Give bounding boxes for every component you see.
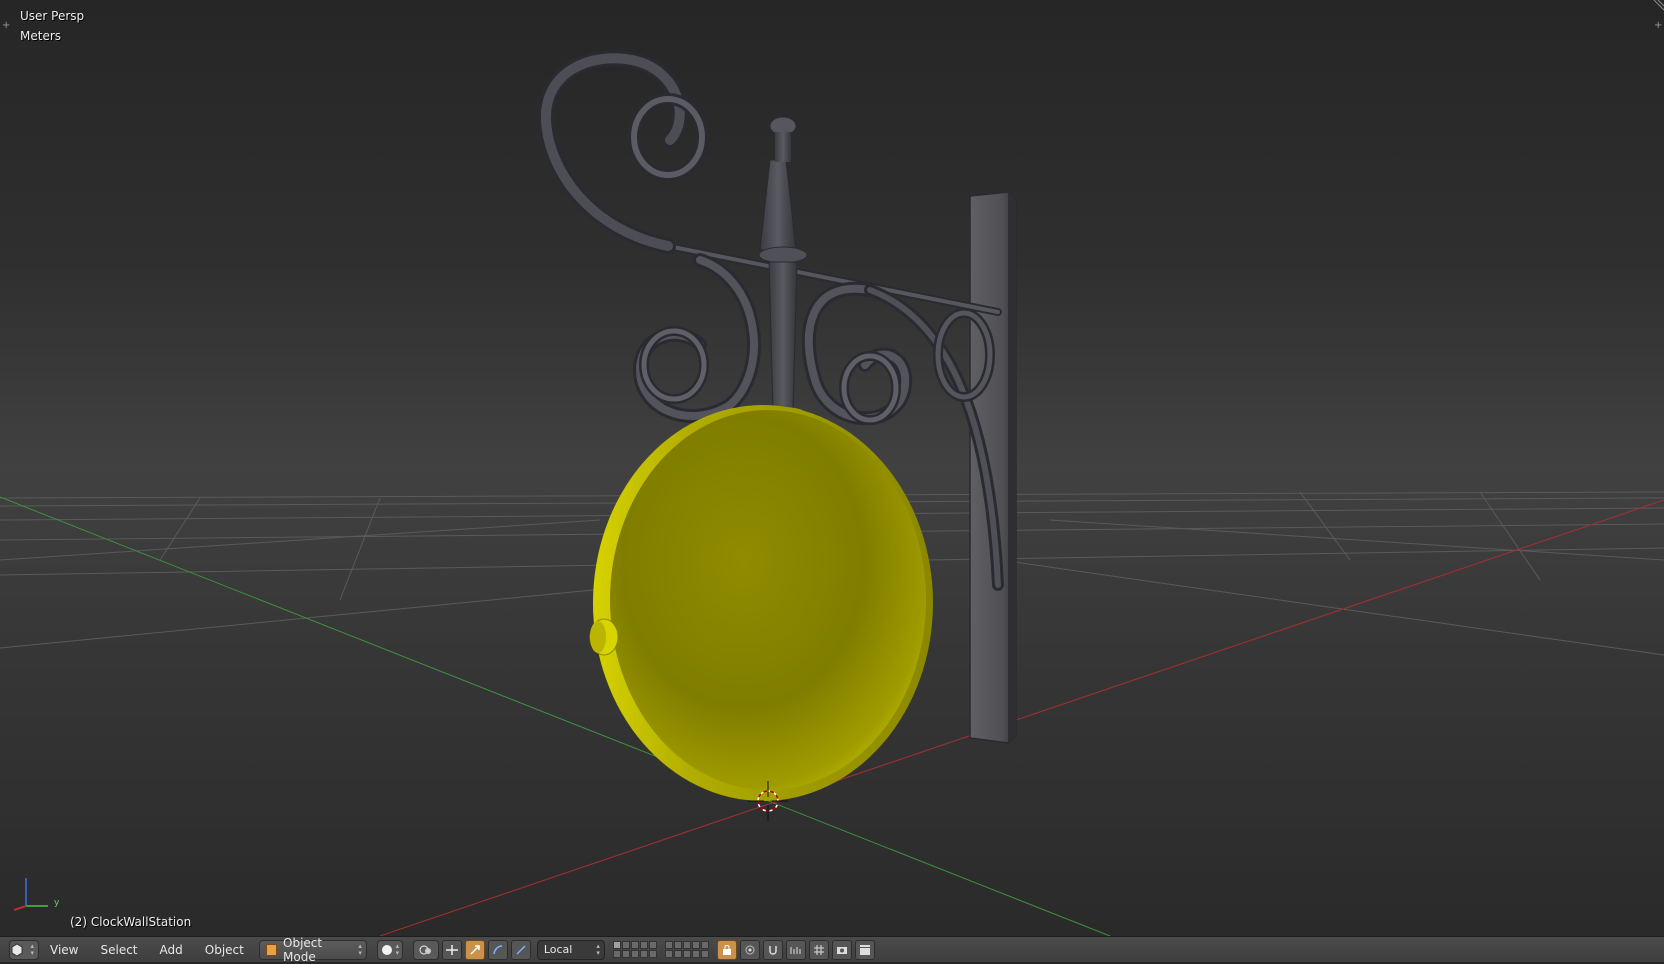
layer-button[interactable] [639,950,648,958]
snap-element-select[interactable] [785,939,806,960]
layer-button[interactable] [691,950,700,958]
translate-manipulator-button[interactable] [464,939,485,960]
layer-button[interactable] [630,950,639,958]
rotate-manipulator-button[interactable] [487,939,508,960]
mode-select-label: Object Mode [283,935,323,964]
clapperboard-icon [859,944,870,955]
pivot-point-select[interactable] [412,939,439,960]
menu-add[interactable]: Add [149,940,194,960]
dropdown-arrows-icon: ▴ ▾ [30,941,34,957]
cube-icon [265,943,278,956]
transform-orientation-select[interactable]: Local ▴ ▾ [536,939,605,960]
region-toggle-left-icon[interactable]: + [2,20,10,31]
clock-body [589,405,933,801]
snap-target-button[interactable] [808,939,829,960]
wall-plate [969,191,1017,744]
rotate-arc-icon [493,944,502,954]
units-label: Meters [20,29,62,43]
layer-buttons-b[interactable] [664,941,709,958]
layer-button[interactable] [673,950,682,958]
layer-button[interactable] [700,950,709,958]
y-axis-line [0,496,1111,936]
layer-button[interactable] [648,941,657,949]
solid-sphere-icon [381,944,392,955]
snap-toggle-button[interactable] [762,939,783,960]
snap-increment-icon [790,946,801,954]
manipulator-toggle-button[interactable] [441,939,462,960]
axis-y-label: y [54,898,60,908]
3d-viewport[interactable]: User Persp Meters (2) ClockWallStation +… [0,0,1664,936]
layer-button[interactable] [673,941,682,949]
axis-gizmo: y [8,872,60,916]
scale-arrow-icon [516,944,526,955]
menu-view[interactable]: View [39,940,89,960]
area-split-corner-icon[interactable] [1652,0,1664,12]
menu-select[interactable]: Select [89,940,148,960]
region-toggle-right-icon[interactable]: + [1654,20,1662,31]
layer-button[interactable] [648,950,657,958]
viewport-header: ▴ ▾ View Select Add Object Object Mode ▴ ▾… [0,936,1664,964]
layer-button[interactable] [621,941,630,949]
render-animation-button[interactable] [854,939,875,960]
viewport-shading-select[interactable]: ▴ ▾ [376,939,403,960]
proportional-edit-button[interactable] [739,939,760,960]
menu-object[interactable]: Object [194,940,255,960]
layer-button[interactable] [682,950,691,958]
layer-button[interactable] [700,941,709,949]
proportional-circle-icon [745,945,755,954]
layer-lock-button[interactable] [716,939,737,960]
editor-type-select[interactable]: ▴ ▾ [9,939,39,960]
render-image-button[interactable] [831,939,852,960]
manipulator-icon [445,944,458,955]
pivot-circle-icon [419,945,431,954]
layer-button[interactable] [612,950,621,958]
view3d-icon [11,942,23,957]
view-name-label: User Persp [20,9,85,23]
layer-button[interactable] [664,941,673,949]
layer-button[interactable] [639,941,648,949]
dropdown-arrows-icon: ▴ ▾ [395,941,400,957]
layer-button[interactable] [612,941,621,949]
magnet-icon [769,945,777,955]
camera-icon [836,946,847,954]
layer-button[interactable] [691,941,700,949]
layer-buttons-a[interactable] [612,941,657,958]
lock-icon [722,944,731,955]
transform-orientation-label: Local [543,943,573,956]
active-object-label: (2) ClockWallStation [70,915,192,929]
snap-grid-icon [813,944,824,955]
layer-button[interactable] [621,950,630,958]
scene-render[interactable] [0,0,1664,936]
layer-button[interactable] [630,941,639,949]
dropdown-arrows-icon: ▴ ▾ [358,941,362,957]
mode-select[interactable]: Object Mode ▴ ▾ [258,936,367,964]
translate-arrow-icon [470,944,480,955]
dropdown-arrows-icon: ▴ ▾ [596,941,600,957]
layer-button[interactable] [682,941,691,949]
layer-button[interactable] [664,950,673,958]
scale-manipulator-button[interactable] [510,939,531,960]
